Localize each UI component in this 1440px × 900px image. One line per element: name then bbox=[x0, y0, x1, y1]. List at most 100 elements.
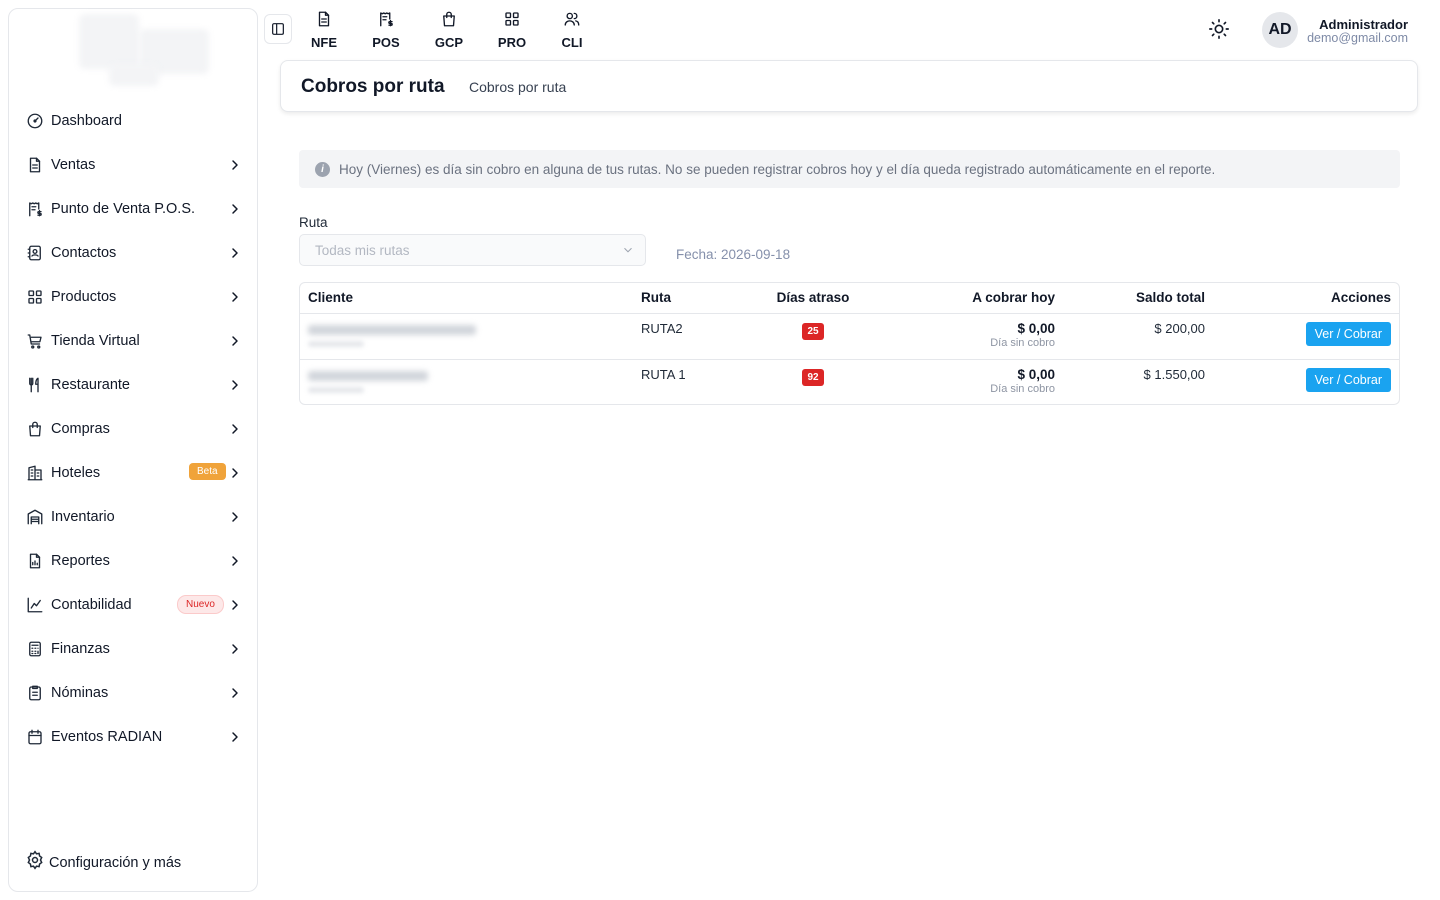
route-cell: RUTA 1 bbox=[641, 366, 686, 382]
due-today-amount: $ 0,00 bbox=[1017, 320, 1055, 336]
sidebar-item-label: Finanzas bbox=[51, 641, 110, 657]
module-pro-button[interactable]: PRO bbox=[490, 10, 534, 50]
chevron-right-icon bbox=[227, 729, 243, 745]
sidebar-item-eventos-radian[interactable]: Eventos RADIAN bbox=[9, 715, 257, 759]
ver-cobrar-button[interactable]: Ver / Cobrar bbox=[1305, 367, 1391, 392]
warehouse-icon bbox=[25, 507, 45, 527]
sidebar-item-restaurante[interactable]: Restaurante bbox=[9, 363, 257, 407]
chevron-right-icon bbox=[227, 685, 243, 701]
sidebar-item-dashboard[interactable]: Dashboard bbox=[9, 99, 257, 143]
chevron-right-icon bbox=[227, 289, 243, 305]
column-header: Días atraso bbox=[753, 283, 873, 314]
sidebar-item-inventario[interactable]: Inventario bbox=[9, 495, 257, 539]
sidebar-item-label: Compras bbox=[51, 421, 110, 437]
sidebar-toggle-button[interactable] bbox=[264, 14, 292, 44]
module-label: NFE bbox=[311, 35, 337, 50]
cobros-table: Cliente Ruta Días atraso A cobrar hoy Sa… bbox=[299, 282, 1400, 405]
sidebar-item-label: Ventas bbox=[51, 157, 96, 173]
user-info[interactable]: Administrador demo@gmail.com bbox=[1307, 17, 1408, 45]
balance-cell: $ 1.550,00 bbox=[1143, 366, 1205, 382]
sidebar-item-label: Tienda Virtual bbox=[51, 333, 140, 349]
company-logo bbox=[69, 9, 219, 89]
days-late-cell: 92 bbox=[753, 359, 873, 404]
gauge-icon bbox=[25, 111, 45, 131]
sidebar-item-contactos[interactable]: Contactos bbox=[9, 231, 257, 275]
sidebar-item-label: Contactos bbox=[51, 245, 117, 261]
redacted-client-name bbox=[308, 370, 428, 381]
table-header-row: Cliente Ruta Días atraso A cobrar hoy Sa… bbox=[300, 283, 1399, 314]
chevron-down-icon bbox=[621, 243, 635, 262]
top-bar: NFE POS GCP PRO CLI AD Administrador dem… bbox=[264, 0, 1440, 58]
config-link[interactable]: Configuración y más bbox=[25, 850, 181, 875]
sidebar-item-compras[interactable]: Compras bbox=[9, 407, 257, 451]
table-row: RUTA2 25 $ 0,00 Día sin cobro $ 200,00 V… bbox=[300, 313, 1399, 360]
breadcrumb: Cobros por ruta bbox=[469, 79, 567, 95]
sidebar-item-hoteles[interactable]: Hoteles Beta bbox=[9, 451, 257, 495]
sidebar-item-finanzas[interactable]: Finanzas bbox=[9, 627, 257, 671]
column-header: Ruta bbox=[633, 283, 753, 314]
clipboard-icon bbox=[25, 683, 45, 703]
fecha-text: Fecha: 2026-09-18 bbox=[676, 247, 791, 262]
sidebar-item-nominas[interactable]: Nóminas bbox=[9, 671, 257, 715]
sidebar-item-pos[interactable]: Punto de Venta P.O.S. bbox=[9, 187, 257, 231]
avatar[interactable]: AD bbox=[1262, 12, 1298, 48]
chevron-right-icon bbox=[227, 201, 243, 217]
sidebar-item-contabilidad[interactable]: Contabilidad Nuevo bbox=[9, 583, 257, 627]
theme-toggle-button[interactable] bbox=[1208, 18, 1232, 42]
sidebar-item-label: Punto de Venta P.O.S. bbox=[51, 201, 196, 217]
module-cli-button[interactable]: CLI bbox=[550, 10, 594, 50]
days-late-cell: 25 bbox=[753, 313, 873, 360]
redacted-client-id bbox=[308, 386, 364, 393]
sidebar-toggle-icon bbox=[272, 23, 284, 35]
sidebar-item-label: Hoteles bbox=[51, 465, 101, 481]
sidebar: Dashboard Ventas Punto de Venta P.O.S. C… bbox=[8, 8, 258, 892]
sidebar-item-productos[interactable]: Productos bbox=[9, 275, 257, 319]
ver-cobrar-button[interactable]: Ver / Cobrar bbox=[1305, 321, 1391, 346]
sidebar-item-label: Reportes bbox=[51, 553, 110, 569]
module-pos-button[interactable]: POS bbox=[364, 10, 408, 50]
chevron-right-icon bbox=[227, 333, 243, 349]
column-header: Acciones bbox=[1213, 283, 1399, 314]
route-cell: RUTA2 bbox=[633, 313, 753, 360]
sidebar-item-ventas[interactable]: Ventas bbox=[9, 143, 257, 187]
info-icon: i bbox=[315, 161, 330, 177]
chevron-right-icon bbox=[227, 377, 243, 393]
redacted-client-name bbox=[308, 324, 476, 335]
shopping-bag-icon bbox=[443, 11, 455, 27]
client-cell bbox=[300, 359, 633, 404]
days-late-badge: 92 bbox=[802, 368, 824, 386]
due-today-cell: $ 0,00 Día sin cobro bbox=[873, 313, 1063, 360]
module-gcp-button[interactable]: GCP bbox=[427, 10, 471, 50]
sidebar-item-tienda-virtual[interactable]: Tienda Virtual bbox=[9, 319, 257, 363]
sidebar-nav: Dashboard Ventas Punto de Venta P.O.S. C… bbox=[9, 99, 257, 759]
document-icon bbox=[25, 155, 45, 175]
sidebar-item-label: Restaurante bbox=[51, 377, 130, 393]
utensils-icon bbox=[25, 375, 45, 395]
receipt-dollar-icon bbox=[25, 199, 45, 219]
redacted-client-id bbox=[308, 340, 364, 347]
column-header: Saldo total bbox=[1063, 283, 1213, 314]
due-today-note: Día sin cobro bbox=[990, 336, 1055, 349]
sun-icon bbox=[1209, 19, 1229, 39]
chevron-right-icon bbox=[227, 421, 243, 437]
due-today-note: Día sin cobro bbox=[990, 382, 1055, 395]
info-alert: i Hoy (Viernes) es día sin cobro en algu… bbox=[299, 150, 1400, 188]
actions-cell: Ver / Cobrar bbox=[1213, 359, 1399, 404]
module-label: POS bbox=[372, 35, 400, 50]
sidebar-item-label: Dashboard bbox=[51, 113, 122, 129]
alert-text: Hoy (Viernes) es día sin cobro en alguna… bbox=[339, 161, 1216, 177]
sidebar-item-label: Inventario bbox=[51, 509, 115, 525]
chevron-right-icon bbox=[227, 509, 243, 525]
calculator-icon bbox=[25, 639, 45, 659]
sidebar-item-reportes[interactable]: Reportes bbox=[9, 539, 257, 583]
user-email: demo@gmail.com bbox=[1307, 31, 1408, 45]
config-label: Configuración y más bbox=[49, 854, 182, 871]
sidebar-item-label: Nóminas bbox=[51, 685, 109, 701]
ruta-select[interactable]: Todas mis rutas bbox=[299, 234, 646, 266]
module-nfe-button[interactable]: NFE bbox=[302, 10, 346, 50]
grid-icon bbox=[25, 287, 45, 307]
client-cell bbox=[300, 313, 633, 360]
gear-icon bbox=[25, 850, 45, 875]
due-today-cell: $ 0,00 Día sin cobro bbox=[873, 359, 1063, 404]
chevron-right-icon bbox=[227, 553, 243, 569]
